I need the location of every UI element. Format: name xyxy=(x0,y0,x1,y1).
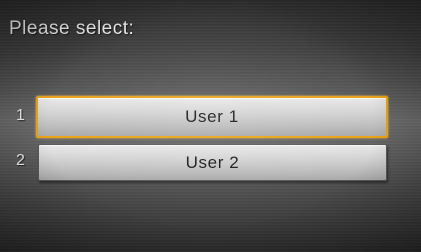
user-1-button-label: User 1 xyxy=(185,107,239,126)
user-2-button-label: User 2 xyxy=(185,152,240,172)
user-1-button[interactable]: User 1 xyxy=(36,96,388,138)
page-title: Please select: xyxy=(9,18,135,39)
option-number-2: 2 xyxy=(16,152,25,169)
option-number-1: 1 xyxy=(16,107,25,124)
user-select-screen: Please select: 1 User 1 2 User 2 xyxy=(0,0,421,252)
user-2-button[interactable]: User 2 xyxy=(38,144,387,181)
